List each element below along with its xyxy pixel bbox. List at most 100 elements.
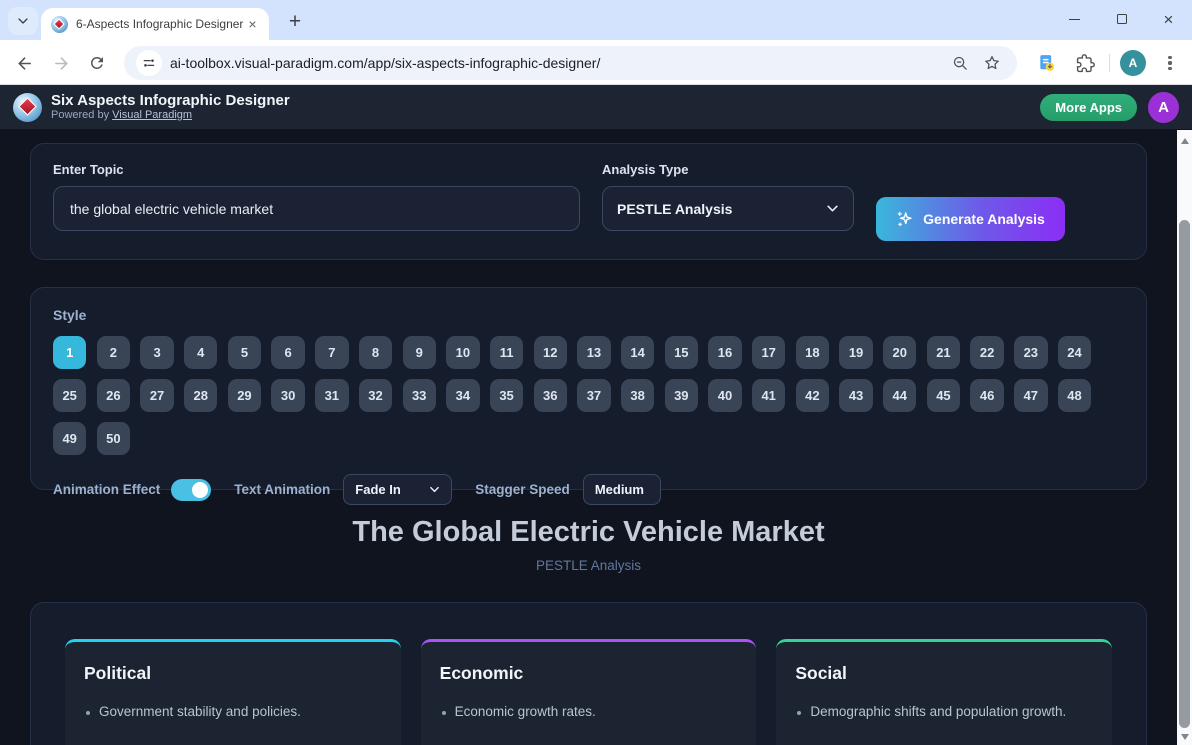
animation-effect-toggle[interactable] [171, 479, 211, 501]
text-animation-label: Text Animation [234, 482, 330, 497]
style-button-24[interactable]: 24 [1058, 336, 1091, 369]
powered-by: Powered by Visual Paradigm [51, 109, 1040, 122]
scrollbar-up-arrow[interactable] [1177, 133, 1192, 148]
style-button-5[interactable]: 5 [228, 336, 261, 369]
style-button-25[interactable]: 25 [53, 379, 86, 412]
style-button-21[interactable]: 21 [927, 336, 960, 369]
style-button-50[interactable]: 50 [97, 422, 130, 455]
reload-button[interactable] [83, 49, 111, 77]
style-button-22[interactable]: 22 [970, 336, 1003, 369]
style-button-37[interactable]: 37 [577, 379, 610, 412]
style-button-26[interactable]: 26 [97, 379, 130, 412]
style-button-36[interactable]: 36 [534, 379, 567, 412]
style-button-11[interactable]: 11 [490, 336, 523, 369]
bullet-dot-icon [86, 711, 90, 715]
style-button-23[interactable]: 23 [1014, 336, 1047, 369]
style-button-29[interactable]: 29 [228, 379, 261, 412]
url-bar[interactable]: ai-toolbox.visual-paradigm.com/app/six-a… [124, 46, 1017, 80]
topic-input[interactable] [53, 186, 580, 231]
zoom-out-icon[interactable] [947, 50, 973, 76]
style-panel: Style 1234567891011121314151617181920212… [30, 287, 1147, 490]
style-button-12[interactable]: 12 [534, 336, 567, 369]
style-button-39[interactable]: 39 [665, 379, 698, 412]
more-apps-button[interactable]: More Apps [1040, 94, 1137, 121]
style-button-35[interactable]: 35 [490, 379, 523, 412]
style-button-38[interactable]: 38 [621, 379, 654, 412]
browser-tab-active[interactable]: 6-Aspects Infographic Designer × [41, 8, 269, 40]
style-button-33[interactable]: 33 [403, 379, 436, 412]
generate-analysis-label: Generate Analysis [923, 211, 1045, 227]
style-button-17[interactable]: 17 [752, 336, 785, 369]
tab-search-button[interactable] [8, 7, 38, 35]
style-button-2[interactable]: 2 [97, 336, 130, 369]
browser-tabstrip: 6-Aspects Infographic Designer × + × [0, 0, 1192, 40]
text-animation-select[interactable]: Fade In [343, 474, 452, 505]
style-button-4[interactable]: 4 [184, 336, 217, 369]
style-button-45[interactable]: 45 [927, 379, 960, 412]
url-path: /app/six-aspects-infographic-designer/ [364, 55, 601, 71]
stagger-speed-select[interactable]: Medium [583, 474, 661, 505]
style-button-49[interactable]: 49 [53, 422, 86, 455]
url-text[interactable]: ai-toolbox.visual-paradigm.com/app/six-a… [170, 55, 941, 71]
window-close-button[interactable]: × [1145, 0, 1192, 38]
topic-field-group: Enter Topic [53, 162, 580, 241]
style-button-9[interactable]: 9 [403, 336, 436, 369]
style-button-20[interactable]: 20 [883, 336, 916, 369]
app-title: Six Aspects Infographic Designer [51, 92, 1040, 109]
analysis-type-select[interactable]: PESTLE Analysis [602, 186, 854, 231]
style-button-19[interactable]: 19 [839, 336, 872, 369]
browser-profile-avatar[interactable]: A [1120, 50, 1146, 76]
style-button-16[interactable]: 16 [708, 336, 741, 369]
window-maximize-button[interactable] [1098, 0, 1145, 38]
style-button-28[interactable]: 28 [184, 379, 217, 412]
extensions-puzzle-icon[interactable] [1071, 49, 1099, 77]
site-settings-icon[interactable] [136, 50, 162, 76]
style-button-3[interactable]: 3 [140, 336, 173, 369]
style-button-15[interactable]: 15 [665, 336, 698, 369]
style-button-48[interactable]: 48 [1058, 379, 1091, 412]
app-user-avatar[interactable]: A [1148, 92, 1179, 123]
style-button-27[interactable]: 27 [140, 379, 173, 412]
style-label: Style [53, 307, 1124, 323]
generate-analysis-button[interactable]: Generate Analysis [876, 197, 1065, 241]
topic-form-panel: Enter Topic Analysis Type PESTLE Analysi… [30, 143, 1147, 260]
visual-paradigm-logo-icon [13, 93, 42, 122]
style-button-30[interactable]: 30 [271, 379, 304, 412]
style-button-41[interactable]: 41 [752, 379, 785, 412]
style-button-40[interactable]: 40 [708, 379, 741, 412]
stagger-speed-label: Stagger Speed [475, 482, 570, 497]
visual-paradigm-link[interactable]: Visual Paradigm [112, 109, 192, 121]
scrollbar-down-arrow[interactable] [1177, 729, 1192, 744]
style-button-44[interactable]: 44 [883, 379, 916, 412]
tab-close-icon[interactable]: × [244, 16, 261, 33]
style-button-6[interactable]: 6 [271, 336, 304, 369]
style-button-13[interactable]: 13 [577, 336, 610, 369]
cards-grid: PoliticalGovernment stability and polici… [65, 639, 1112, 745]
style-button-1[interactable]: 1 [53, 336, 86, 369]
app-titles: Six Aspects Infographic Designer Powered… [51, 92, 1040, 122]
style-button-42[interactable]: 42 [796, 379, 829, 412]
browser-menu-button[interactable] [1156, 49, 1184, 77]
style-button-46[interactable]: 46 [970, 379, 1003, 412]
style-button-47[interactable]: 47 [1014, 379, 1047, 412]
style-button-10[interactable]: 10 [446, 336, 479, 369]
style-button-43[interactable]: 43 [839, 379, 872, 412]
triangle-up-icon [1181, 138, 1189, 144]
style-button-8[interactable]: 8 [359, 336, 392, 369]
style-button-34[interactable]: 34 [446, 379, 479, 412]
back-button[interactable] [10, 49, 38, 77]
aspect-card-political: PoliticalGovernment stability and polici… [65, 639, 401, 745]
page-scrollbar[interactable] [1177, 130, 1192, 745]
new-tab-button[interactable]: + [280, 8, 310, 36]
style-button-32[interactable]: 32 [359, 379, 392, 412]
style-button-31[interactable]: 31 [315, 379, 348, 412]
style-button-7[interactable]: 7 [315, 336, 348, 369]
bookmark-star-icon[interactable] [979, 50, 1005, 76]
style-button-14[interactable]: 14 [621, 336, 654, 369]
docs-offline-icon[interactable] [1033, 49, 1061, 77]
style-button-18[interactable]: 18 [796, 336, 829, 369]
forward-button[interactable] [47, 49, 75, 77]
scrollbar-thumb[interactable] [1179, 220, 1190, 728]
minimize-icon [1069, 19, 1080, 20]
window-minimize-button[interactable] [1051, 0, 1098, 38]
